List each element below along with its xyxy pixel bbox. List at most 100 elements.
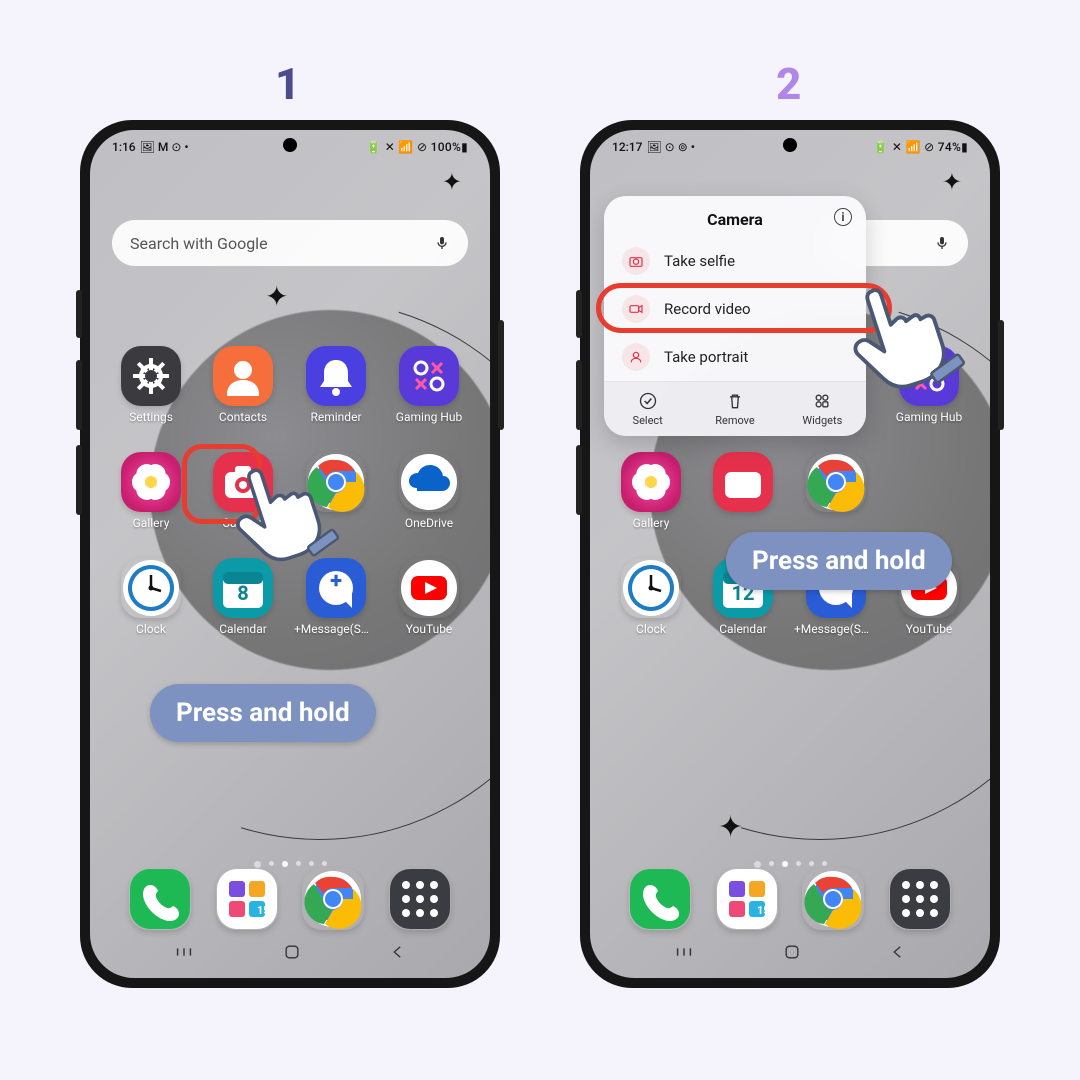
- nav-home[interactable]: [782, 942, 802, 966]
- nav-back[interactable]: [889, 943, 907, 965]
- popup-item-portrait[interactable]: Take portrait: [604, 333, 866, 381]
- youtube-icon: [399, 558, 459, 618]
- dock: 15: [90, 868, 490, 930]
- chrome-icon: [806, 452, 866, 512]
- popup-action-label: Select: [633, 414, 663, 427]
- callout-press-hold-1: Press and hold: [150, 684, 376, 742]
- popup-action-select[interactable]: Select: [604, 382, 691, 436]
- page-indicator[interactable]: [90, 861, 490, 868]
- app-label: OneDrive: [405, 516, 453, 530]
- popup-action-label: Widgets: [802, 414, 842, 427]
- dock-tiles[interactable]: 15: [216, 868, 278, 930]
- page-indicator[interactable]: [590, 861, 990, 868]
- app-label: Clock: [636, 622, 666, 636]
- gaming-icon: [899, 346, 959, 406]
- status-right-icons: 🔋 ✕ 📶 ⊘ 74%▮: [873, 140, 968, 154]
- phone-vol-down: [76, 445, 82, 515]
- app-label: Settings: [129, 410, 173, 424]
- phone-vol-up: [576, 360, 582, 430]
- app-clock[interactable]: Clock: [110, 558, 192, 636]
- nav-bar: [590, 936, 990, 972]
- app-chrome[interactable]: [294, 452, 378, 530]
- app-label: Gallery: [633, 516, 670, 530]
- camera-half-icon: [713, 452, 773, 512]
- status-bar: 1:16 🖼 M ⊙ • 🔋 ✕ 📶 ⊘ 100%▮: [90, 130, 490, 160]
- portrait-icon: [622, 343, 650, 371]
- app-contacts[interactable]: Contacts: [202, 346, 284, 424]
- app-clock[interactable]: Clock: [610, 558, 692, 636]
- app-reminder[interactable]: Reminder: [294, 346, 378, 424]
- phone-power-button: [998, 320, 1004, 430]
- highlight-take-selfie: [596, 283, 892, 333]
- home-apps-grid-1: Settings Contacts Reminder Gaming Hub Galler…: [90, 346, 490, 636]
- phone-side-button: [576, 290, 582, 338]
- sparkle-icon: ✦: [718, 810, 743, 845]
- app-gaming[interactable]: Gaming Hub: [888, 346, 970, 424]
- dock-phone[interactable]: [129, 868, 191, 930]
- dock-chrome[interactable]: [802, 868, 864, 930]
- clock-icon: [621, 558, 681, 618]
- gallery-icon: [621, 452, 681, 512]
- popup-action-label: Remove: [715, 414, 755, 427]
- app-message[interactable]: + +Message(SM…: [294, 558, 378, 636]
- app-camera-half[interactable]: [702, 452, 784, 530]
- settings-icon: [121, 346, 181, 406]
- search-placeholder: Search with Google: [130, 234, 268, 253]
- dock-apps[interactable]: [389, 868, 451, 930]
- step-1-label: 1: [275, 58, 300, 110]
- gallery-icon: [121, 452, 181, 512]
- nav-back[interactable]: [389, 943, 407, 965]
- reminder-icon: [306, 346, 366, 406]
- popup-action-remove[interactable]: Remove: [691, 382, 778, 436]
- popup-actions: Select Remove Widgets: [604, 381, 866, 436]
- app-label: Gaming Hub: [396, 410, 462, 424]
- app-gaming[interactable]: Gaming Hub: [388, 346, 470, 424]
- dock-tiles[interactable]: 15: [716, 868, 778, 930]
- dock-phone[interactable]: [629, 868, 691, 930]
- popup-title: Camera i: [604, 196, 866, 237]
- step-2-label: 2: [776, 58, 801, 110]
- app-label: YouTube: [406, 622, 453, 636]
- svg-text:+: +: [330, 569, 342, 594]
- phone-1-screen: ✦ ✦ 1:16 🖼 M ⊙ • 🔋 ✕ 📶 ⊘ 100%▮ Search wi…: [90, 130, 490, 978]
- mic-icon[interactable]: [434, 235, 450, 251]
- dock: 15: [590, 868, 990, 930]
- onedrive-icon: [399, 452, 459, 512]
- app-label: Clock: [136, 622, 166, 636]
- app-gallery[interactable]: Gallery: [110, 452, 192, 530]
- nav-recents[interactable]: [173, 941, 195, 967]
- status-left-icons: 🖼 M ⊙ •: [140, 140, 189, 154]
- dock-apps[interactable]: [889, 868, 951, 930]
- phone-power-button: [498, 320, 504, 430]
- popup-item-label: Take portrait: [664, 348, 748, 366]
- app-calendar[interactable]: 8Calendar: [202, 558, 284, 636]
- nav-home[interactable]: [282, 942, 302, 966]
- app-label: Gallery: [133, 516, 170, 530]
- phone-vol-up: [76, 360, 82, 430]
- app-settings[interactable]: Settings: [110, 346, 192, 424]
- app-label: +Message(SM…: [794, 622, 878, 636]
- sparkle-icon: ✦: [265, 280, 288, 313]
- app-label: Calendar: [719, 622, 767, 636]
- status-bar: 12:17 🖼 ⊙ ⊚ • 🔋 ✕ 📶 ⊘ 74%▮: [590, 130, 990, 160]
- popup-action-widgets[interactable]: Widgets: [779, 382, 866, 436]
- dock-chrome[interactable]: [302, 868, 364, 930]
- phone-vol-down: [576, 445, 582, 515]
- nav-bar: [90, 936, 490, 972]
- app-gallery[interactable]: Gallery: [610, 452, 692, 530]
- app-youtube[interactable]: YouTube: [388, 558, 470, 636]
- app-label: Contacts: [219, 410, 267, 424]
- callout-press-hold-2: Press and hold: [726, 532, 952, 590]
- app-label: Calendar: [219, 622, 267, 636]
- app-label: +Message(SM…: [294, 622, 378, 636]
- app-label: Reminder: [310, 410, 361, 424]
- popup-item-camera[interactable]: Take selfie: [604, 237, 866, 285]
- app-info-icon[interactable]: i: [834, 208, 852, 226]
- app-label: YouTube: [906, 622, 953, 636]
- app-onedrive[interactable]: OneDrive: [388, 452, 470, 530]
- mic-icon[interactable]: [934, 235, 950, 251]
- google-search-bar[interactable]: Search with Google: [112, 220, 468, 266]
- sparkle-icon: ✦: [442, 168, 462, 196]
- app-chrome[interactable]: [794, 452, 878, 530]
- nav-recents[interactable]: [673, 941, 695, 967]
